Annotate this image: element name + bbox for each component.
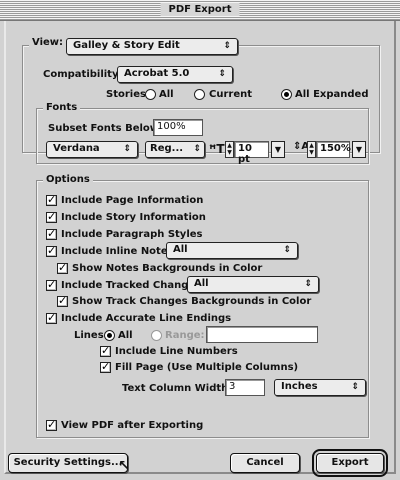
include-line-endings-label: Include Accurate Line Endings [61,313,232,324]
fonts-group-label: Fonts [43,102,81,113]
include-line-numbers-checkbox[interactable] [100,344,111,357]
tracked-changes-value: All [194,278,209,289]
mouse-pointer-icon: ↖ [118,458,130,474]
title-bar[interactable]: PDF Export [0,0,400,21]
include-tracked-changes-label: Include Tracked Changes: [61,280,206,291]
window-title: PDF Export [160,3,240,16]
include-page-info-checkbox[interactable] [46,193,57,206]
font-size-menu[interactable]: ▼ [271,141,285,158]
units-value: Inches [281,381,318,392]
popup-arrows-icon: ⇕ [123,144,131,154]
stories-all-expanded-radio[interactable] [281,89,292,100]
include-inline-notes-checkbox[interactable] [46,244,57,257]
cancel-button[interactable]: Cancel [230,453,300,473]
show-notes-backgrounds-checkbox[interactable] [57,261,68,274]
subset-fonts-label: Subset Fonts Below: [48,123,164,134]
tracked-changes-popup[interactable]: All ⇕ [187,276,319,293]
font-size-icon: ꟸT [209,142,225,156]
lines-range-label: Range: [165,330,205,341]
font-style-popup[interactable]: Reg... ⇕ [145,141,205,158]
stories-current-radio[interactable] [194,89,205,100]
popup-arrows-icon: ⇕ [304,279,312,289]
lines-range-radio[interactable] [151,330,162,341]
subset-fonts-field[interactable]: 100% [153,119,203,136]
compatibility-label: Compatibility: [43,69,123,80]
font-size-stepper[interactable]: ▲ ▼ [225,141,234,158]
security-settings-button[interactable]: Security Settings... [8,453,128,473]
lines-all-label: All [118,330,133,341]
compatibility-popup-value: Acrobat 5.0 [124,68,190,79]
stories-label: Stories: [106,89,150,100]
include-line-endings-checkbox[interactable] [46,311,57,324]
popup-arrows-icon: ⇕ [223,41,231,51]
inline-notes-popup[interactable]: All ⇕ [166,242,298,259]
font-family-value: Verdana [53,143,100,154]
line-spacing-menu[interactable]: ▼ [352,141,366,158]
include-page-info-label: Include Page Information [61,195,204,206]
text-column-width-label: Text Column Width: [122,383,233,394]
view-pdf-after-checkbox[interactable] [46,418,57,431]
line-spacing-stepper[interactable]: ▲ ▼ [307,141,316,158]
include-line-numbers-label: Include Line Numbers [115,346,238,357]
popup-arrows-icon: ⇕ [351,382,359,392]
options-group-label: Options [43,174,93,185]
show-track-changes-backgrounds-label: Show Track Changes Backgrounds in Color [72,296,312,307]
compatibility-popup[interactable]: Acrobat 5.0 ⇕ [117,66,233,83]
view-popup[interactable]: Galley & Story Edit ⇕ [66,38,238,55]
export-button[interactable]: Export [312,449,388,477]
include-paragraph-styles-checkbox[interactable] [46,227,57,240]
show-track-changes-backgrounds-checkbox[interactable] [57,294,68,307]
inline-notes-value: All [173,244,188,255]
view-pdf-after-label: View PDF after Exporting [61,420,204,431]
font-size-field[interactable]: 10 pt [234,141,269,165]
fill-page-checkbox[interactable] [100,360,111,373]
include-paragraph-styles-label: Include Paragraph Styles [61,229,203,240]
popup-arrows-icon: ⇕ [283,245,291,255]
lines-all-radio[interactable] [104,330,115,341]
view-label: View: [32,37,64,48]
show-notes-backgrounds-label: Show Notes Backgrounds in Color [72,263,263,274]
popup-arrows-icon: ⇕ [193,144,201,154]
font-family-popup[interactable]: Verdana ⇕ [46,141,138,158]
include-story-info-label: Include Story Information [61,212,206,223]
include-tracked-changes-checkbox[interactable] [46,278,57,291]
stories-all-expanded-label: All Expanded [295,89,369,100]
units-popup[interactable]: Inches ⇕ [274,379,366,396]
include-inline-notes-label: Include Inline Notes: [61,246,178,257]
stories-all-label: All [159,89,174,100]
lines-label: Lines: [74,330,108,341]
view-popup-value: Galley & Story Edit [73,40,180,51]
stories-all-radio[interactable] [145,89,156,100]
stories-current-label: Current [209,89,253,100]
include-story-info-checkbox[interactable] [46,210,57,223]
range-field[interactable] [206,326,318,343]
popup-arrows-icon: ⇕ [218,69,226,79]
line-spacing-field[interactable]: 150% [316,141,351,158]
text-column-width-field[interactable]: 3 [225,379,265,396]
font-style-value: Reg... [150,143,184,154]
fill-page-label: Fill Page (Use Multiple Columns) [115,362,299,373]
